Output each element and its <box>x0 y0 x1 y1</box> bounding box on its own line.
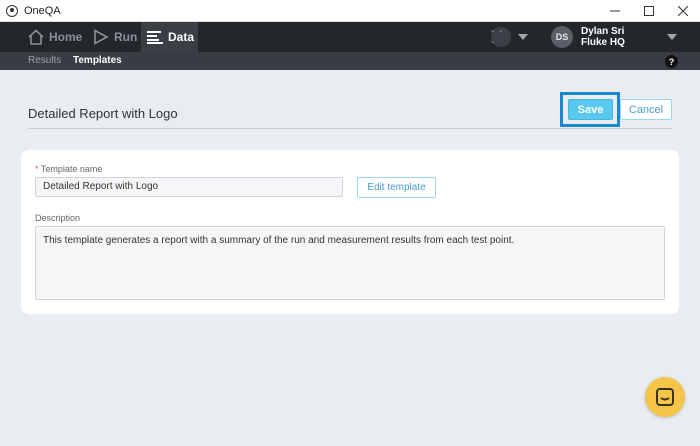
window-titlebar: OneQA <box>0 0 700 22</box>
nav-home-label: Home <box>49 30 83 44</box>
edit-template-button[interactable]: Edit template <box>357 177 436 198</box>
status-chevron-down-icon[interactable] <box>518 34 528 40</box>
status-indicator[interactable]: - - - <box>491 26 511 48</box>
user-menu-chevron-down-icon[interactable] <box>667 34 677 40</box>
description-label: Description <box>35 213 81 223</box>
maximize-button[interactable] <box>632 0 666 22</box>
home-icon <box>28 29 44 45</box>
main-navbar: Home Run Data - - - DS Dylan Sri Fluke H… <box>0 22 700 52</box>
user-name: Dylan Sri <box>581 26 625 37</box>
avatar[interactable]: DS <box>551 26 573 48</box>
play-icon <box>93 29 109 45</box>
nav-data[interactable]: Data <box>141 22 198 52</box>
window-title: OneQA <box>24 4 61 17</box>
nav-home[interactable]: Home <box>28 22 82 52</box>
template-name-label-text: Template name <box>40 164 103 174</box>
template-name-label: * Template name <box>35 164 102 174</box>
nav-run-label: Run <box>114 30 138 44</box>
app-logo-icon <box>6 4 18 17</box>
minimize-icon <box>610 10 620 12</box>
tab-templates[interactable]: Templates <box>73 52 122 70</box>
chat-icon <box>656 388 674 406</box>
sub-navbar: Results Templates ? <box>0 52 700 70</box>
tab-results[interactable]: Results <box>28 52 61 70</box>
window-controls <box>598 0 700 22</box>
required-mark: * <box>35 164 39 174</box>
save-button[interactable]: Save <box>568 99 613 120</box>
chat-button[interactable] <box>645 377 685 417</box>
help-icon[interactable]: ? <box>665 55 678 68</box>
nav-data-label: Data <box>168 30 195 44</box>
minimize-button[interactable] <box>598 0 632 22</box>
nav-run[interactable]: Run <box>93 22 137 52</box>
close-window-button[interactable] <box>666 0 700 22</box>
user-org: Fluke HQ <box>581 37 625 48</box>
description-field[interactable]: This template generates a report with a … <box>35 226 665 300</box>
page-title: Detailed Report with Logo <box>28 106 178 121</box>
maximize-icon <box>644 6 654 16</box>
cancel-button[interactable]: Cancel <box>620 99 672 120</box>
template-name-field[interactable]: Detailed Report with Logo <box>35 177 343 197</box>
close-icon <box>678 6 688 16</box>
title-divider <box>28 128 672 129</box>
data-lines-icon <box>147 30 163 44</box>
